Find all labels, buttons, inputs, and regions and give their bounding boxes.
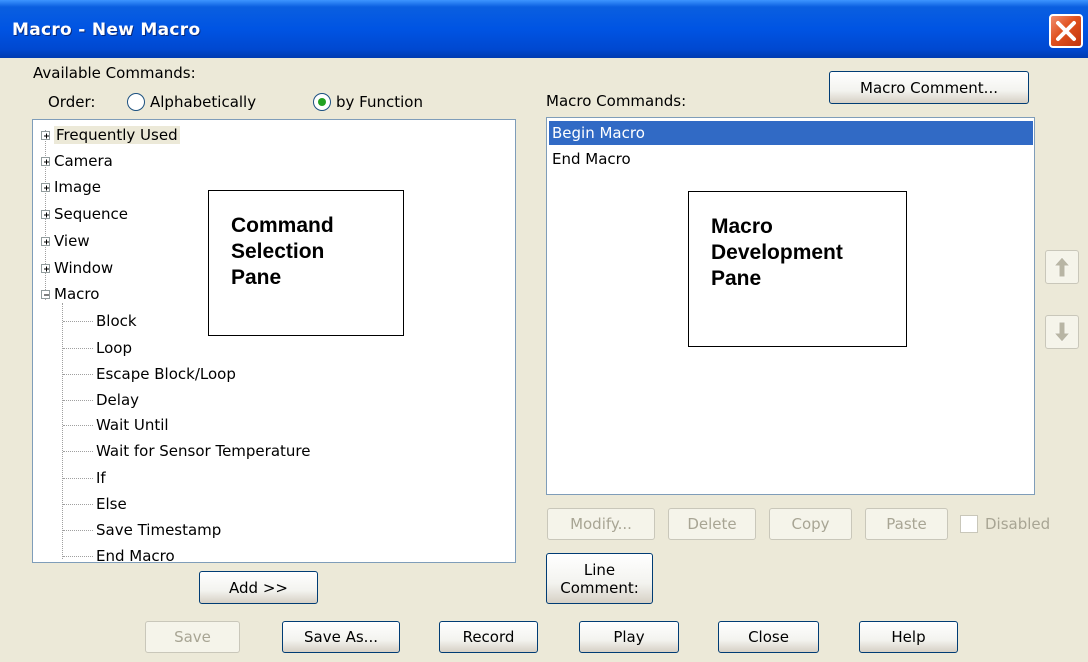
close-button-bottom[interactable]: Close bbox=[718, 621, 819, 653]
expand-icon[interactable] bbox=[41, 130, 50, 140]
radio-alphabetically[interactable] bbox=[127, 93, 145, 111]
annotation-line: Command bbox=[231, 214, 334, 237]
copy-button[interactable]: Copy bbox=[769, 508, 852, 540]
tree-item-wait-until[interactable]: Wait Until bbox=[96, 412, 169, 438]
annotation-line: Development bbox=[711, 241, 843, 264]
expand-icon[interactable] bbox=[41, 236, 50, 246]
expand-icon[interactable] bbox=[41, 182, 50, 192]
tree-item-loop[interactable]: Loop bbox=[96, 335, 132, 361]
expand-icon[interactable] bbox=[41, 263, 50, 273]
tree-item-wait-for-sensor-temperature[interactable]: Wait for Sensor Temperature bbox=[96, 438, 310, 464]
record-button[interactable]: Record bbox=[439, 621, 538, 653]
line-comment-button[interactable]: Line Comment: bbox=[546, 553, 653, 604]
tree-item-frequently-used[interactable]: Frequently Used bbox=[41, 122, 180, 148]
tree-item-else[interactable]: Else bbox=[96, 491, 127, 517]
save-as-button[interactable]: Save As... bbox=[282, 621, 400, 653]
title-bar[interactable]: Macro - New Macro bbox=[0, 0, 1088, 58]
expand-icon[interactable] bbox=[41, 156, 50, 166]
disabled-checkbox-label[interactable]: Disabled bbox=[985, 515, 1050, 533]
tree-label: Delay bbox=[96, 391, 140, 409]
arrow-up-icon bbox=[1052, 256, 1072, 278]
command-selection-pane-annotation: Command Selection Pane bbox=[208, 190, 404, 336]
tree-label: Window bbox=[54, 259, 114, 277]
play-button[interactable]: Play bbox=[579, 621, 679, 653]
expand-icon[interactable] bbox=[41, 209, 50, 219]
annotation-line: Pane bbox=[231, 266, 282, 289]
window-title: Macro - New Macro bbox=[12, 20, 201, 40]
move-up-button[interactable] bbox=[1045, 250, 1079, 284]
tree-label: Wait for Sensor Temperature bbox=[96, 442, 311, 460]
macro-commands-label: Macro Commands: bbox=[546, 92, 687, 110]
line-comment-label-1: Line bbox=[583, 560, 616, 579]
macro-comment-button[interactable]: Macro Comment... bbox=[829, 71, 1029, 104]
line-comment-label-2: Comment: bbox=[560, 578, 639, 597]
tree-label: Escape Block/Loop bbox=[96, 365, 236, 383]
tree-label: Else bbox=[96, 495, 127, 513]
add-button[interactable]: Add >> bbox=[199, 571, 318, 604]
delete-button[interactable]: Delete bbox=[668, 508, 756, 540]
tree-item-escape-block-loop[interactable]: Escape Block/Loop bbox=[96, 361, 236, 387]
radio-by-function[interactable] bbox=[313, 93, 331, 111]
available-commands-label: Available Commands: bbox=[33, 64, 196, 82]
close-button[interactable] bbox=[1049, 14, 1083, 48]
annotation-line: Macro bbox=[711, 215, 773, 238]
move-down-button[interactable] bbox=[1045, 315, 1079, 349]
tree-label: Frequently Used bbox=[54, 126, 180, 144]
disabled-checkbox[interactable] bbox=[960, 515, 978, 533]
collapse-icon[interactable] bbox=[41, 289, 50, 299]
arrow-down-icon bbox=[1052, 321, 1072, 343]
tree-item-end-macro[interactable]: End Macro bbox=[96, 543, 175, 563]
paste-button[interactable]: Paste bbox=[865, 508, 948, 540]
macro-item-end-macro[interactable]: End Macro bbox=[549, 147, 829, 171]
macro-item-begin-macro[interactable]: Begin Macro bbox=[549, 121, 1033, 145]
tree-label: Wait Until bbox=[96, 416, 169, 434]
command-tree[interactable]: Frequently Used Camera Image Sequence Vi… bbox=[32, 119, 516, 563]
macro-commands-list[interactable]: Begin Macro End Macro Macro Development … bbox=[546, 117, 1035, 495]
modify-button[interactable]: Modify... bbox=[547, 508, 655, 540]
annotation-line: Pane bbox=[711, 267, 762, 290]
tree-label: End Macro bbox=[96, 547, 175, 563]
tree-label: Block bbox=[96, 312, 137, 330]
tree-item-window[interactable]: Window bbox=[41, 255, 113, 281]
tree-item-save-timestamp[interactable]: Save Timestamp bbox=[96, 517, 221, 543]
radio-selected-dot bbox=[318, 98, 326, 106]
order-label: Order: bbox=[48, 93, 96, 111]
tree-label: Save Timestamp bbox=[96, 521, 222, 539]
tree-item-camera[interactable]: Camera bbox=[41, 148, 113, 174]
tree-label: Macro bbox=[54, 285, 100, 303]
tree-item-block[interactable]: Block bbox=[96, 308, 137, 334]
radio-by-function-label[interactable]: by Function bbox=[336, 93, 423, 111]
tree-item-view[interactable]: View bbox=[41, 228, 90, 254]
tree-label: View bbox=[54, 232, 90, 250]
tree-label: If bbox=[96, 469, 106, 487]
help-button[interactable]: Help bbox=[859, 621, 958, 653]
save-button[interactable]: Save bbox=[145, 621, 240, 653]
tree-label: Sequence bbox=[54, 205, 128, 223]
tree-item-macro[interactable]: Macro bbox=[41, 281, 99, 307]
radio-alphabetically-label[interactable]: Alphabetically bbox=[150, 93, 256, 111]
tree-item-if[interactable]: If bbox=[96, 465, 106, 491]
macro-development-pane-annotation: Macro Development Pane bbox=[688, 191, 907, 347]
tree-item-delay[interactable]: Delay bbox=[96, 387, 139, 413]
tree-label: Loop bbox=[96, 339, 132, 357]
tree-item-image[interactable]: Image bbox=[41, 174, 101, 200]
tree-label: Image bbox=[54, 178, 101, 196]
annotation-line: Selection bbox=[231, 240, 325, 263]
close-icon bbox=[1056, 21, 1076, 41]
tree-item-sequence[interactable]: Sequence bbox=[41, 201, 128, 227]
macro-dialog: Macro - New Macro Available Commands: Or… bbox=[0, 0, 1088, 662]
tree-label: Camera bbox=[54, 152, 113, 170]
